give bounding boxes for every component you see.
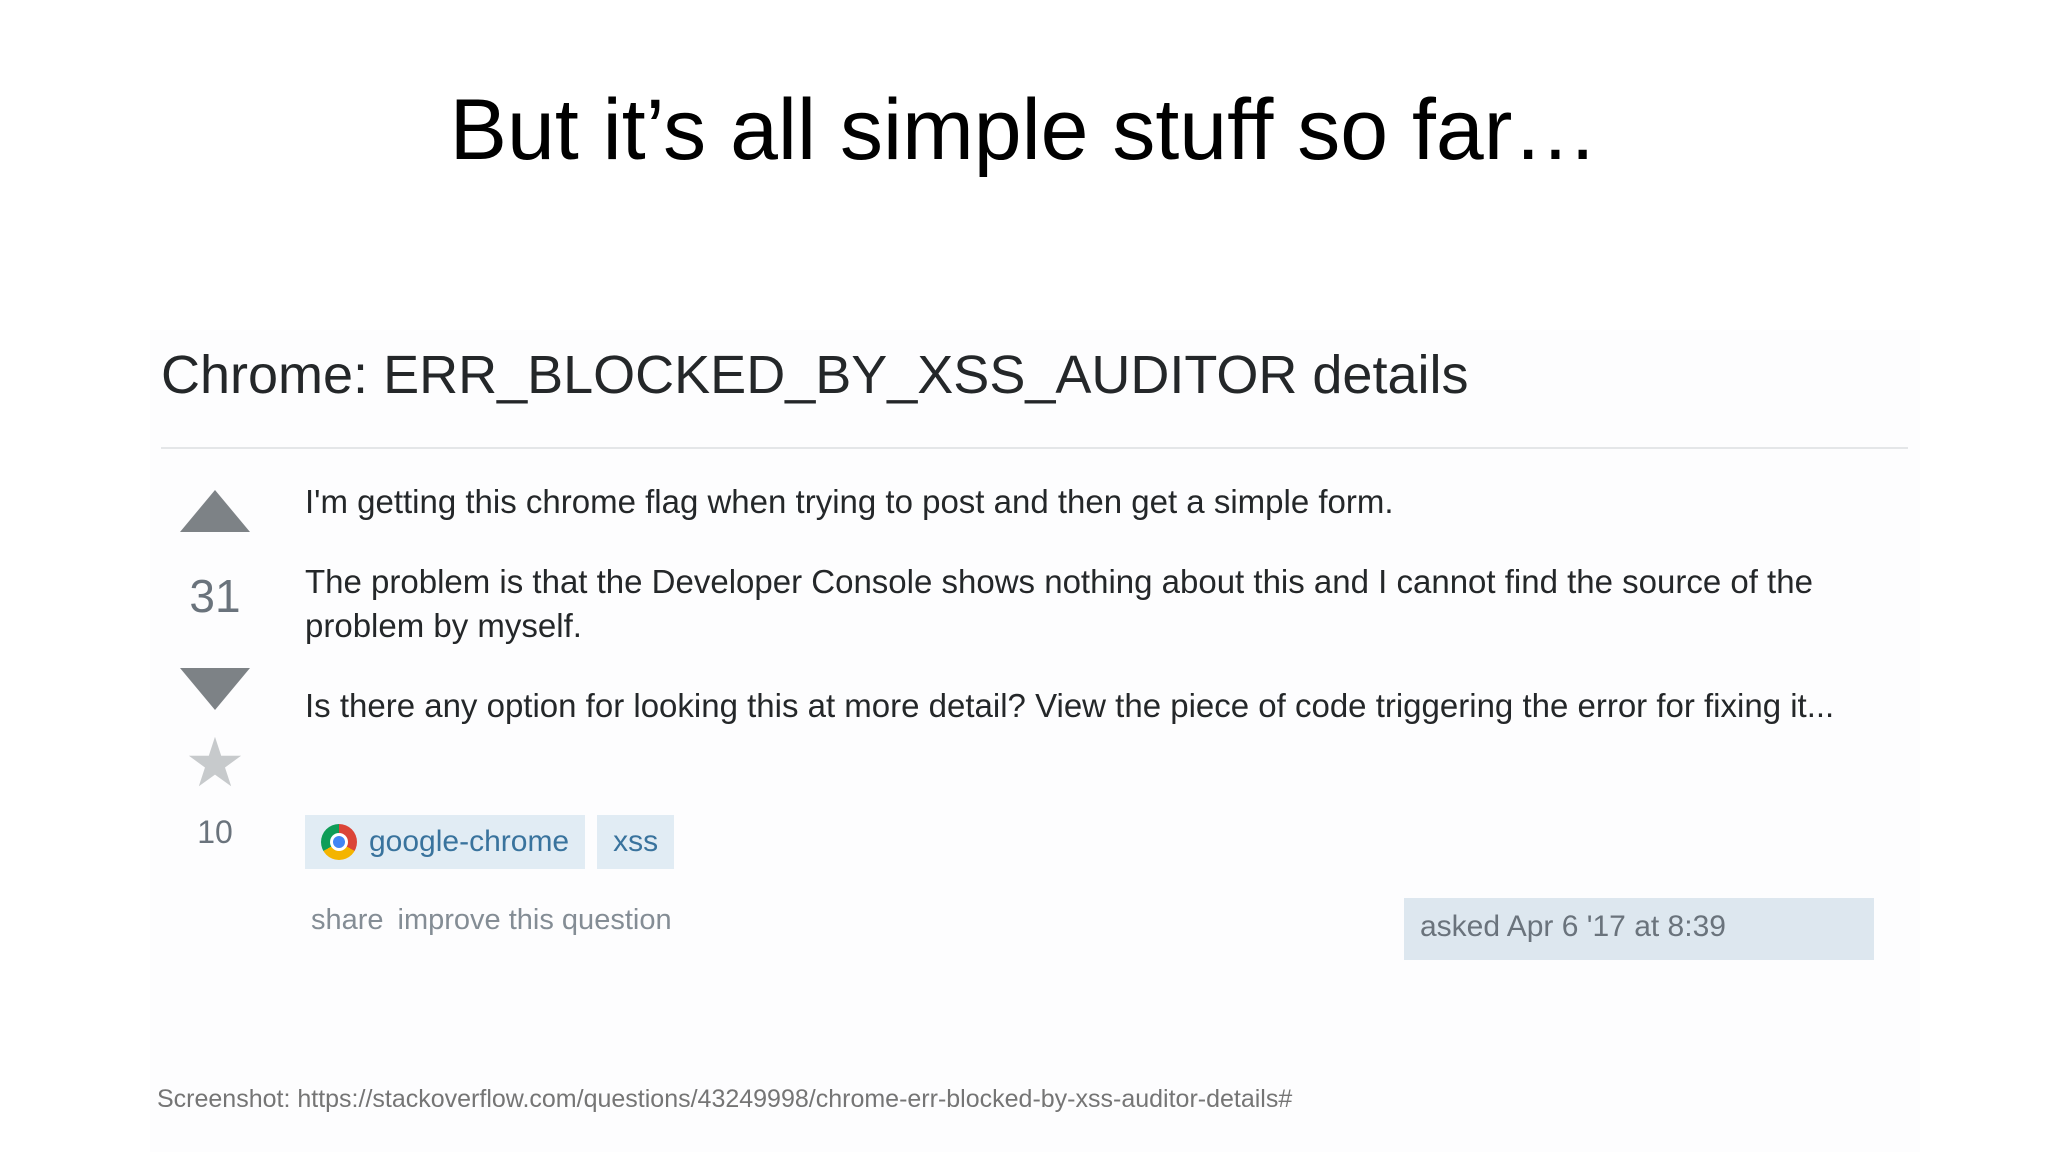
share-link[interactable]: share <box>311 898 384 942</box>
slide-title: But it’s all simple stuff so far… <box>449 82 1599 178</box>
title-divider <box>161 447 1908 449</box>
asked-timestamp: asked Apr 6 '17 at 8:39 <box>1420 910 1726 943</box>
post-paragraph: The problem is that the Developer Consol… <box>305 563 1813 644</box>
question-title[interactable]: Chrome: ERR_BLOCKED_BY_XSS_AUDITOR detai… <box>161 340 1469 410</box>
screenshot-caption: Screenshot: https://stackoverflow.com/qu… <box>157 1085 1293 1113</box>
post-paragraph: I'm getting this chrome flag when trying… <box>305 483 1394 520</box>
tag-xss[interactable]: xss <box>597 815 675 869</box>
tag-list: google-chrome xss <box>305 815 675 869</box>
post-menu: share improve this question <box>311 898 672 942</box>
chrome-icon <box>321 824 357 860</box>
tag-label: google-chrome <box>369 825 570 858</box>
asked-info: asked Apr 6 '17 at 8:39 <box>1404 898 1874 960</box>
upvote-arrow-icon[interactable] <box>180 490 250 532</box>
favorite-count: 10 <box>197 814 233 850</box>
vote-cell: 31 ★ 10 <box>170 490 260 870</box>
tag-google-chrome[interactable]: google-chrome <box>305 815 586 869</box>
tag-label: xss <box>613 825 659 858</box>
improve-question-link[interactable]: improve this question <box>398 898 672 942</box>
post-body: I'm getting this chrome flag when trying… <box>305 480 1895 764</box>
downvote-arrow-icon[interactable] <box>180 668 250 710</box>
vote-count: 31 <box>189 570 241 622</box>
post-paragraph: Is there any option for looking this at … <box>305 687 1835 724</box>
favorite-star-icon[interactable]: ★ <box>170 728 260 798</box>
